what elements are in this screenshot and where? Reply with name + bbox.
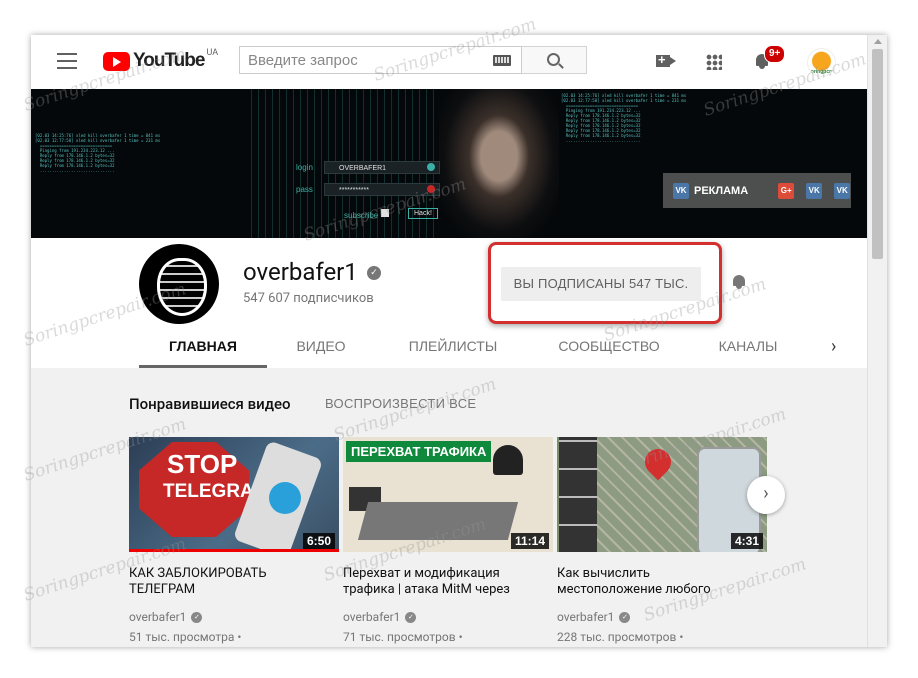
video-channel-name[interactable]: overbafer1 bbox=[129, 610, 186, 624]
channel-avatar[interactable] bbox=[139, 244, 219, 324]
verified-check-icon: ✓ bbox=[405, 611, 417, 623]
scrollbar[interactable] bbox=[867, 35, 887, 647]
banner-pass-label: pass bbox=[296, 185, 313, 194]
banner-code-right: [02.03 14:25:76] xled kill overbafer 1 t… bbox=[561, 93, 687, 143]
tab-community[interactable]: СООБЩЕСТВО bbox=[547, 332, 671, 368]
video-card[interactable]: ПЕРЕХВАТ ТРАФИКА 11:14 Перехват и модифи… bbox=[343, 437, 553, 644]
video-thumbnail[interactable]: STOP TELEGRAM 6:50 bbox=[129, 437, 339, 552]
close-icon bbox=[427, 185, 435, 193]
banner-ads-links: VK РЕКЛАМА G+ VK VK bbox=[663, 173, 851, 208]
annotation-highlight-frame bbox=[488, 242, 722, 324]
shelf-next-button[interactable]: › bbox=[747, 476, 785, 514]
banner-password-field: *********** bbox=[324, 183, 440, 196]
video-channel[interactable]: overbafer1 ✓ bbox=[343, 610, 553, 624]
video-channel[interactable]: overbafer1 ✓ bbox=[129, 610, 339, 624]
tab-channels[interactable]: КАНАЛЫ bbox=[713, 332, 783, 368]
tab-videos[interactable]: ВИДЕО bbox=[279, 332, 363, 368]
banner-checkbox bbox=[381, 209, 389, 217]
channel-header: overbafer1 ✓ 547 607 подписчиков ВЫ ПОДП… bbox=[31, 238, 867, 368]
banner-username-field: OVERBAFER1 bbox=[324, 161, 440, 174]
video-card[interactable]: STOP TELEGRAM 6:50 КАК ЗАБЛОКИРОВАТЬ ТЕЛ… bbox=[129, 437, 339, 644]
thumbnail-text: ПЕРЕХВАТ ТРАФИКА bbox=[346, 441, 492, 462]
vk-link-2[interactable]: VK bbox=[834, 182, 851, 199]
keyboard-icon[interactable] bbox=[493, 55, 511, 66]
ads-label[interactable]: РЕКЛАМА bbox=[694, 185, 748, 197]
video-duration: 11:14 bbox=[510, 533, 549, 549]
section-title[interactable]: Понравившиеся видео bbox=[129, 395, 291, 413]
search-box bbox=[239, 46, 522, 74]
video-duration: 6:50 bbox=[302, 533, 335, 549]
video-views: 228 тыс. просмотров • bbox=[557, 630, 684, 644]
vk-ads-link[interactable]: VK bbox=[673, 182, 689, 199]
tab-playlists[interactable]: ПЛЕЙЛИСТЫ bbox=[401, 332, 505, 368]
youtube-logo[interactable]: YouTube UA bbox=[103, 48, 219, 71]
play-all-button[interactable]: ВОСПРОИЗВЕСТИ ВСЕ bbox=[325, 396, 476, 411]
video-title[interactable]: Как вычислить местоположение любого bbox=[557, 566, 757, 598]
router-image bbox=[357, 502, 519, 540]
banner-code-left: [02.03 14:25:76] xled kill overbafer 1 t… bbox=[35, 133, 161, 173]
search-icon bbox=[547, 53, 560, 66]
verified-check-icon: ✓ bbox=[191, 611, 203, 623]
subscriber-count: 547 607 подписчиков bbox=[243, 291, 374, 306]
video-thumbnail[interactable]: 4:31 bbox=[557, 437, 767, 552]
google-plus-link[interactable]: G+ bbox=[778, 182, 795, 199]
video-channel[interactable]: overbafer1 ✓ bbox=[557, 610, 767, 624]
play-logo-icon bbox=[103, 51, 130, 71]
video-views: 71 тыс. просмотров • bbox=[343, 630, 463, 644]
hacker-icon bbox=[493, 445, 523, 475]
banner-login-label: login bbox=[296, 163, 313, 172]
telegram-icon bbox=[269, 482, 301, 514]
channel-banner: [02.03 14:25:76] xled kill overbafer 1 t… bbox=[31, 89, 867, 238]
video-channel-name[interactable]: overbafer1 bbox=[557, 610, 614, 624]
photo-strip-image bbox=[559, 437, 597, 552]
video-duration: 4:31 bbox=[730, 533, 763, 549]
video-title[interactable]: Перехват и модификация трафика | атака M… bbox=[343, 566, 543, 598]
search-input[interactable] bbox=[240, 47, 486, 73]
logo-region: UA bbox=[206, 48, 219, 58]
channel-name: overbafer1 bbox=[243, 258, 358, 286]
browser-viewport: YouTube UA 9+ soringpcrepair [02.03 14:2… bbox=[31, 35, 887, 647]
video-card[interactable]: 4:31 Как вычислить местоположение любого… bbox=[557, 437, 767, 644]
check-icon bbox=[427, 163, 435, 171]
video-title[interactable]: КАК ЗАБЛОКИРОВАТЬ ТЕЛЕГРАМ bbox=[129, 566, 329, 598]
video-views: 51 тыс. просмотра • bbox=[129, 630, 242, 644]
verified-check-icon: ✓ bbox=[367, 266, 381, 280]
vk-link-1[interactable]: VK bbox=[806, 182, 823, 199]
channel-tabs: ГЛАВНАЯ ВИДЕО ПЛЕЙЛИСТЫ СООБЩЕСТВО КАНАЛ… bbox=[31, 332, 867, 368]
banner-subscribe-label: subscribe bbox=[344, 211, 379, 220]
banner-hack-button: Hack! bbox=[408, 208, 438, 219]
scrollbar-thumb[interactable] bbox=[872, 49, 883, 259]
thumbnail-text: STOP bbox=[167, 449, 238, 479]
verified-check-icon: ✓ bbox=[619, 611, 631, 623]
logo-text: YouTube bbox=[133, 50, 205, 71]
avatar-text: soringpcrepair bbox=[808, 69, 835, 75]
create-video-icon[interactable] bbox=[656, 52, 676, 67]
search-button[interactable] bbox=[522, 46, 587, 74]
scroll-up-arrow-icon[interactable] bbox=[874, 39, 882, 44]
notifications-badge: 9+ bbox=[764, 45, 786, 63]
chevron-right-icon[interactable]: › bbox=[831, 336, 836, 357]
apps-grid-icon[interactable] bbox=[706, 54, 722, 70]
masthead: YouTube UA 9+ soringpcrepair bbox=[31, 35, 867, 89]
banner-hooded-figure bbox=[439, 89, 559, 238]
video-thumbnail[interactable]: ПЕРЕХВАТ ТРАФИКА 11:14 bbox=[343, 437, 553, 552]
account-avatar[interactable]: soringpcrepair bbox=[807, 48, 836, 77]
video-channel-name[interactable]: overbafer1 bbox=[343, 610, 400, 624]
tab-home[interactable]: ГЛАВНАЯ bbox=[139, 332, 267, 368]
channel-notifications-bell-icon[interactable] bbox=[732, 275, 746, 289]
watch-progress-bar bbox=[129, 549, 339, 552]
menu-icon[interactable] bbox=[57, 53, 77, 69]
